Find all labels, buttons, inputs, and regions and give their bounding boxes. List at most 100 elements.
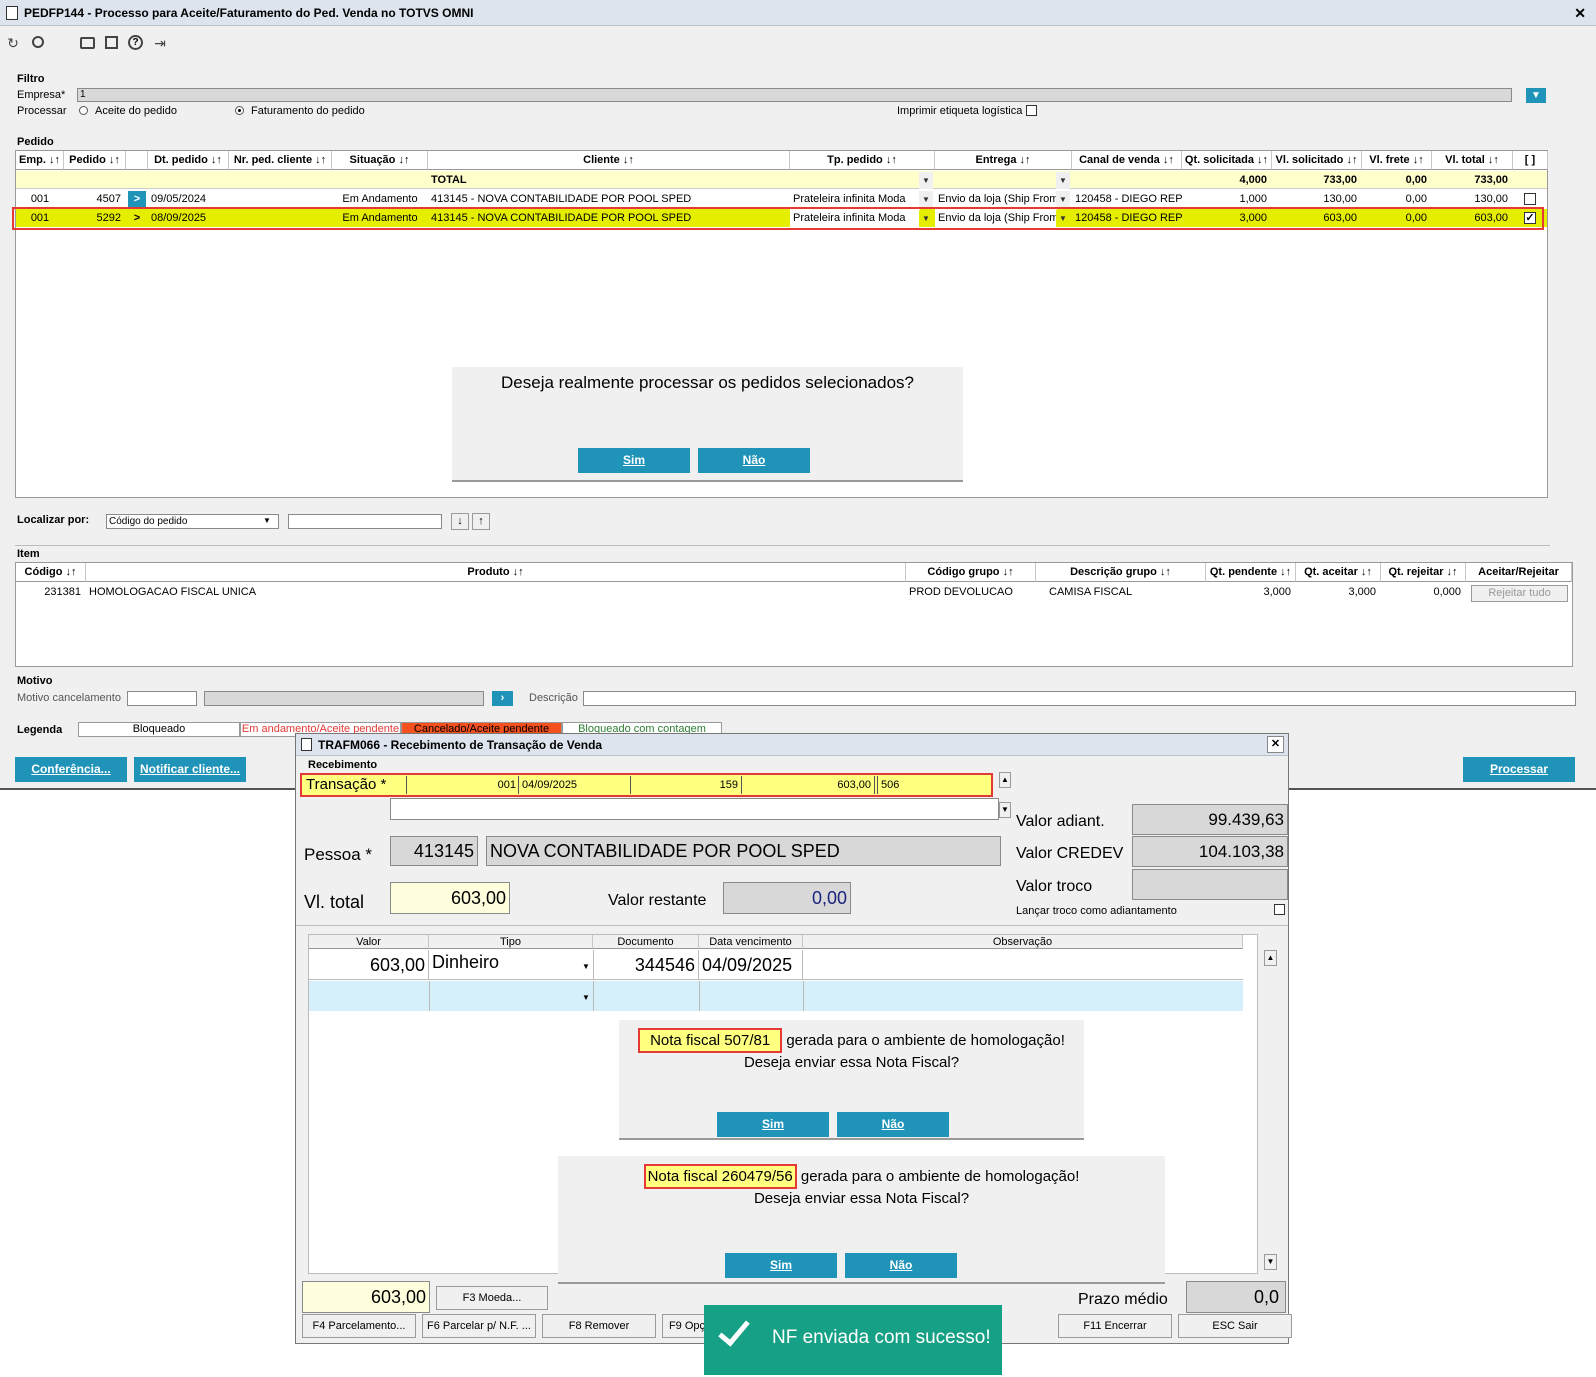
col-cliente[interactable]: Cliente ↓↑ — [428, 151, 790, 170]
col-codigo-grupo[interactable]: Código grupo ↓↑ — [906, 563, 1036, 582]
payment-tipo[interactable]: Dinheiro — [429, 950, 579, 980]
chevron-down-icon[interactable]: ▼ — [579, 987, 593, 1009]
chevron-down-icon[interactable]: ▼ — [1056, 172, 1070, 189]
col-canal-venda[interactable]: Canal de venda ↓↑ — [1072, 151, 1182, 170]
close-icon[interactable]: ✕ — [1267, 736, 1284, 753]
scroll-down-icon[interactable]: ▼ — [999, 802, 1011, 818]
radio-faturamento-label: Faturamento do pedido — [251, 105, 365, 117]
chevron-down-icon[interactable]: ▼ — [919, 172, 933, 189]
confirm-no-button[interactable]: Não — [698, 448, 810, 473]
scroll-up-icon[interactable]: ▲ — [999, 772, 1011, 788]
localizar-input[interactable] — [288, 514, 442, 529]
col-documento[interactable]: Documento — [593, 935, 699, 949]
col-entrega[interactable]: Entrega ↓↑ — [935, 151, 1072, 170]
close-icon[interactable]: ✕ — [1574, 0, 1586, 26]
col-valor[interactable]: Valor — [309, 935, 429, 949]
f4-parcelamento-button[interactable]: F4 Parcelamento... — [302, 1314, 416, 1338]
transacao-label: Transação * — [306, 776, 387, 793]
notificar-cliente-button[interactable]: Notificar cliente... — [134, 757, 246, 782]
col-qt-aceitar[interactable]: Qt. aceitar ↓↑ — [1296, 563, 1381, 582]
document-icon — [301, 738, 312, 751]
radio-aceite[interactable] — [79, 106, 88, 115]
success-toast: NF enviada com sucesso! — [704, 1305, 1002, 1375]
row-tp-pedido: Prateleira infinita Moda — [793, 193, 906, 205]
table-row[interactable]: ▼ — [309, 981, 1243, 1011]
col-vl-frete[interactable]: Vl. frete ↓↑ — [1362, 151, 1432, 170]
row-select-checkbox[interactable] — [1524, 193, 1536, 205]
col-qt-pendente[interactable]: Qt. pendente ↓↑ — [1206, 563, 1296, 582]
col-aceitar-rejeitar[interactable]: Aceitar/Rejeitar — [1466, 563, 1572, 582]
chevron-down-icon[interactable]: ▼ — [579, 956, 593, 978]
table-row[interactable]: 231381 HOMOLOGACAO FISCAL UNICA PROD DEV… — [16, 583, 1572, 603]
motivo-code-input[interactable] — [127, 691, 197, 706]
f6-parcelar-button[interactable]: F6 Parcelar p/ N.F. ... — [422, 1314, 536, 1338]
transacao-field[interactable]: Transação * 001 04/09/2025 159 603,00 50… — [300, 773, 993, 797]
col-data-vencimento[interactable]: Data vencimento — [699, 935, 803, 949]
conferencia-button[interactable]: Conferência... — [15, 757, 127, 782]
nf1-yes-button[interactable]: Sim — [717, 1112, 829, 1137]
filter-icon[interactable]: ▼ — [1526, 88, 1546, 103]
sort-down-button[interactable]: ↓ — [451, 513, 469, 530]
col-tp-pedido[interactable]: Tp. pedido ↓↑ — [790, 151, 935, 170]
chevron-down-icon[interactable]: ▼ — [1056, 191, 1070, 208]
empresa-label: Empresa* — [17, 89, 66, 101]
col-produto[interactable]: Produto ↓↑ — [86, 563, 906, 582]
divider — [15, 545, 1550, 546]
print-icon[interactable] — [80, 37, 95, 49]
col-select[interactable]: [ ] — [1513, 151, 1548, 170]
col-pedido[interactable]: Pedido ↓↑ — [64, 151, 126, 170]
radio-faturamento[interactable] — [235, 106, 244, 115]
esc-sair-button[interactable]: ESC Sair — [1178, 1314, 1292, 1338]
item-qt-pendente: 3,000 — [1263, 586, 1291, 598]
col-codigo[interactable]: Código ↓↑ — [16, 563, 86, 582]
calendar-icon[interactable] — [105, 36, 118, 49]
row-vl-total: 130,00 — [1474, 193, 1508, 205]
lancar-troco-checkbox[interactable] — [1274, 904, 1285, 915]
col-vl-total[interactable]: Vl. total ↓↑ — [1432, 151, 1513, 170]
col-dt-pedido[interactable]: Dt. pedido ↓↑ — [148, 151, 229, 170]
refresh-icon[interactable]: ↻ — [6, 36, 20, 50]
main-window: PEDFP144 - Processo para Aceite/Faturame… — [0, 0, 1596, 790]
row-pedido: 4507 — [96, 193, 121, 205]
col-tipo[interactable]: Tipo — [429, 935, 593, 949]
motivo-search-button[interactable]: › — [492, 691, 513, 706]
divider — [593, 981, 594, 1011]
confirm-yes-button[interactable]: Sim — [578, 448, 690, 473]
col-qt-rejeitar[interactable]: Qt. rejeitar ↓↑ — [1381, 563, 1466, 582]
col-descricao-grupo[interactable]: Descrição grupo ↓↑ — [1036, 563, 1206, 582]
col-emp[interactable]: Emp. ↓↑ — [16, 151, 64, 170]
processar-button[interactable]: Processar — [1463, 757, 1575, 782]
col-situacao[interactable]: Situação ↓↑ — [332, 151, 428, 170]
nf2-no-button[interactable]: Não — [845, 1253, 957, 1278]
f8-remover-button[interactable]: F8 Remover — [542, 1314, 656, 1338]
col-vl-solicitado[interactable]: Vl. solicitado ↓↑ — [1272, 151, 1362, 170]
nf1-no-button[interactable]: Não — [837, 1112, 949, 1137]
chevron-down-icon[interactable]: ▼ — [919, 191, 933, 208]
chevron-down-icon[interactable]: ▼ — [263, 516, 271, 525]
nf-dialog-1-text: gerada para o ambiente de homologação! — [786, 1032, 1065, 1049]
reject-all-button[interactable]: Rejeitar tudo — [1471, 585, 1568, 602]
col-observacao[interactable]: Observação — [803, 935, 1243, 949]
col-nr-ped-cliente[interactable]: Nr. ped. cliente ↓↑ — [229, 151, 332, 170]
table-row[interactable]: 001 4507 > 09/05/2024 Em Andamento 41314… — [16, 190, 1547, 208]
sort-up-button[interactable]: ↑ — [472, 513, 490, 530]
exit-icon[interactable]: ⇥ — [153, 36, 167, 50]
localizar-select[interactable]: Código do pedido — [106, 514, 279, 529]
transacao-second-line — [390, 798, 999, 820]
nf2-yes-button[interactable]: Sim — [725, 1253, 837, 1278]
scroll-down-icon[interactable]: ▼ — [1264, 1254, 1277, 1270]
col-qt-solicitada[interactable]: Qt. solicitada ↓↑ — [1182, 151, 1272, 170]
table-row[interactable]: 603,00 Dinheiro ▼ 344546 04/09/2025 — [309, 950, 1243, 980]
prazo-medio-label: Prazo médio — [1078, 1291, 1168, 1308]
scroll-up-icon[interactable]: ▲ — [1264, 950, 1277, 966]
item-qt-aceitar: 3,000 — [1348, 586, 1376, 598]
search-icon[interactable] — [32, 36, 44, 48]
expand-row-button[interactable]: > — [128, 191, 146, 207]
descricao-label: Descrição — [529, 692, 578, 704]
empresa-input[interactable]: 1 — [77, 88, 1512, 102]
descricao-input[interactable] — [583, 691, 1576, 706]
f11-encerrar-button[interactable]: F11 Encerrar — [1058, 1314, 1172, 1338]
imprimir-etiqueta-checkbox[interactable] — [1026, 105, 1037, 116]
f3-moeda-button[interactable]: F3 Moeda... — [436, 1286, 548, 1310]
help-icon[interactable]: ? — [128, 35, 143, 50]
